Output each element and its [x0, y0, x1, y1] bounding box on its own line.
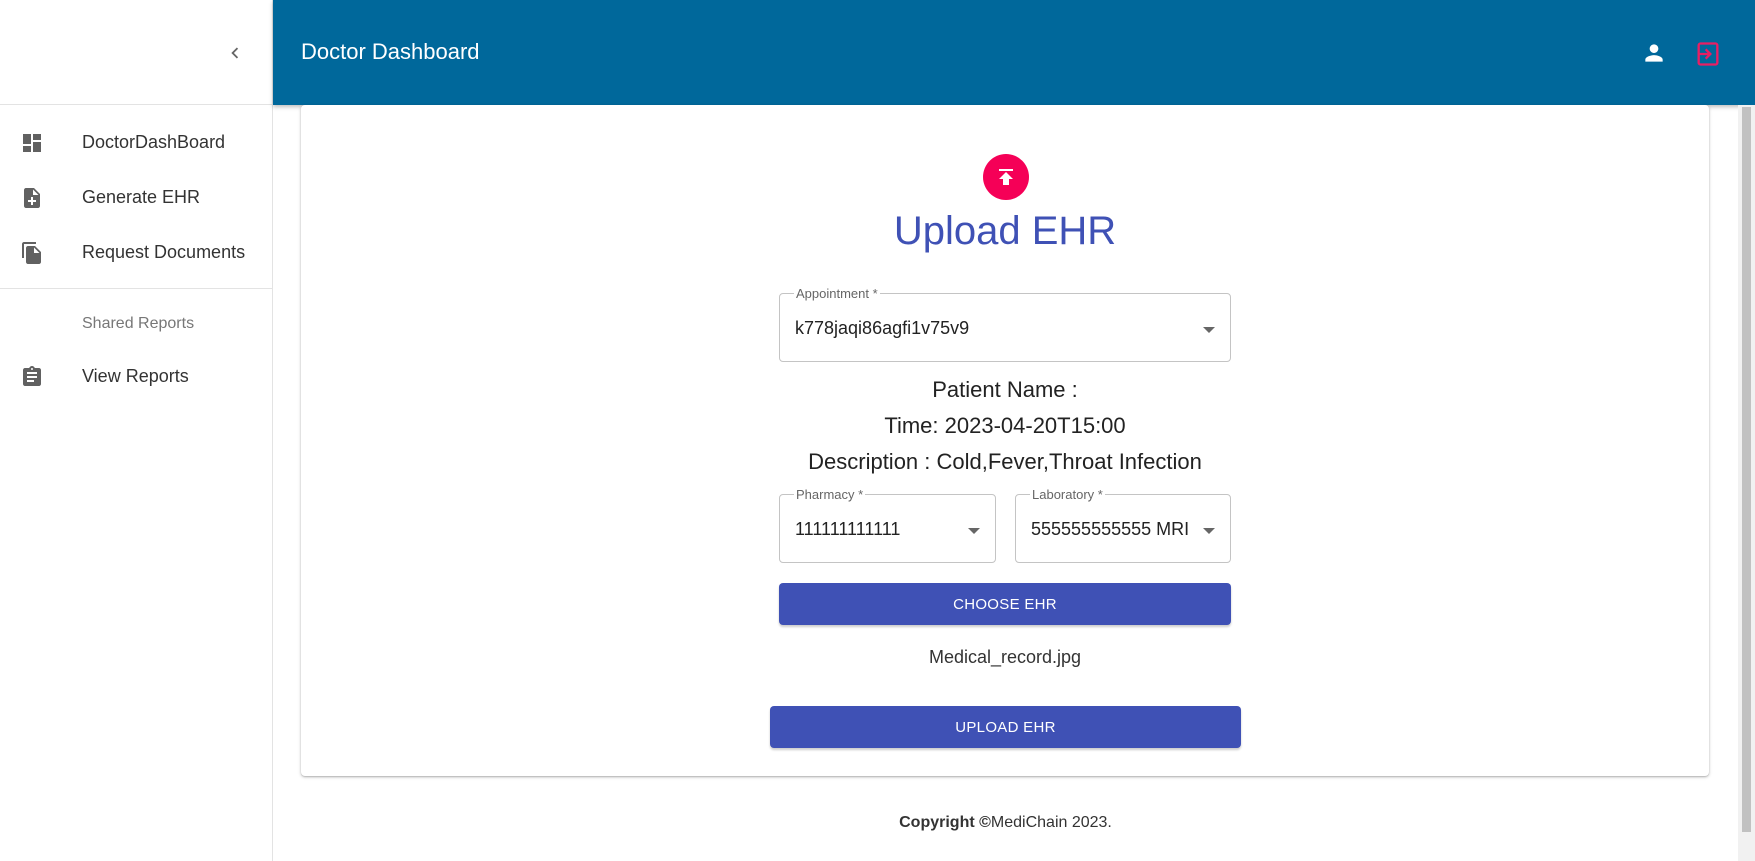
page-title: Doctor Dashboard: [301, 39, 480, 64]
upload-icon: [983, 154, 1029, 200]
dropdown-arrow-icon: [1203, 327, 1215, 333]
pharmacy-label: Pharmacy *: [794, 487, 866, 502]
appointment-description: Description : Cold,Fever,Throat Infectio…: [808, 449, 1202, 474]
choose-ehr-button[interactable]: CHOOSE EHR: [779, 583, 1231, 625]
sidebar-item-label: Generate EHR: [82, 187, 201, 207]
app-bar: Doctor Dashboard: [273, 0, 1755, 105]
upload-ehr-card: Upload EHR Appointment * k778jaqi86agfi1…: [301, 105, 1709, 776]
dashboard-icon: [20, 131, 44, 155]
sidebar-nav: DoctorDashBoard Generate EHR Request Doc…: [0, 105, 272, 404]
appointment-value: k778jaqi86agfi1v75v9: [795, 318, 970, 338]
sidebar: DoctorDashBoard Generate EHR Request Doc…: [0, 0, 273, 861]
scrollbar[interactable]: [1738, 105, 1755, 861]
dropdown-arrow-icon: [968, 528, 980, 534]
pharmacy-value: 111111111111: [795, 519, 901, 539]
dropdown-arrow-icon: [1203, 528, 1215, 534]
person-icon[interactable]: [1641, 40, 1667, 66]
pharmacy-select[interactable]: Pharmacy * 111111111111: [779, 487, 996, 563]
footer: Copyright ©MediChain 2023.: [273, 814, 1738, 832]
note-add-icon: [20, 186, 44, 210]
logout-icon[interactable]: [1694, 40, 1722, 68]
appointment-select[interactable]: Appointment * k778jaqi86agfi1v75v9: [779, 286, 1231, 362]
appointment-time: Time: 2023-04-20T15:00: [884, 413, 1126, 438]
sidebar-item-label: View Reports: [82, 366, 189, 386]
sidebar-item-request-documents[interactable]: Request Documents: [0, 225, 272, 280]
sidebar-item-label: DoctorDashBoard: [82, 132, 226, 152]
sidebar-item-view-reports[interactable]: View Reports: [0, 349, 272, 404]
sidebar-item-label: Request Documents: [82, 242, 246, 262]
assignment-icon: [20, 365, 44, 389]
chevron-left-icon[interactable]: [224, 42, 246, 64]
laboratory-value: 555555555555 MRI: [1031, 519, 1190, 539]
upload-ehr-button[interactable]: UPLOAD EHR: [770, 706, 1241, 748]
scrollbar-thumb[interactable]: [1742, 107, 1751, 832]
copyright-label: Copyright ©: [899, 814, 991, 831]
copyright-text: MediChain 2023.: [990, 814, 1112, 831]
file-copy-icon: [20, 241, 44, 265]
patient-name: Patient Name :: [932, 377, 1078, 402]
selected-file-name: Medical_record.jpg: [928, 647, 1082, 667]
laboratory-select[interactable]: Laboratory * 555555555555 MRI: [1015, 487, 1231, 563]
sidebar-item-generate-ehr[interactable]: Generate EHR: [0, 170, 272, 225]
sidebar-item-doctor-dashboard[interactable]: DoctorDashBoard: [0, 115, 272, 170]
appointment-label: Appointment *: [794, 286, 880, 301]
sidebar-header: [0, 0, 272, 105]
form-title: Upload EHR: [893, 209, 1117, 253]
laboratory-label: Laboratory *: [1030, 487, 1105, 502]
